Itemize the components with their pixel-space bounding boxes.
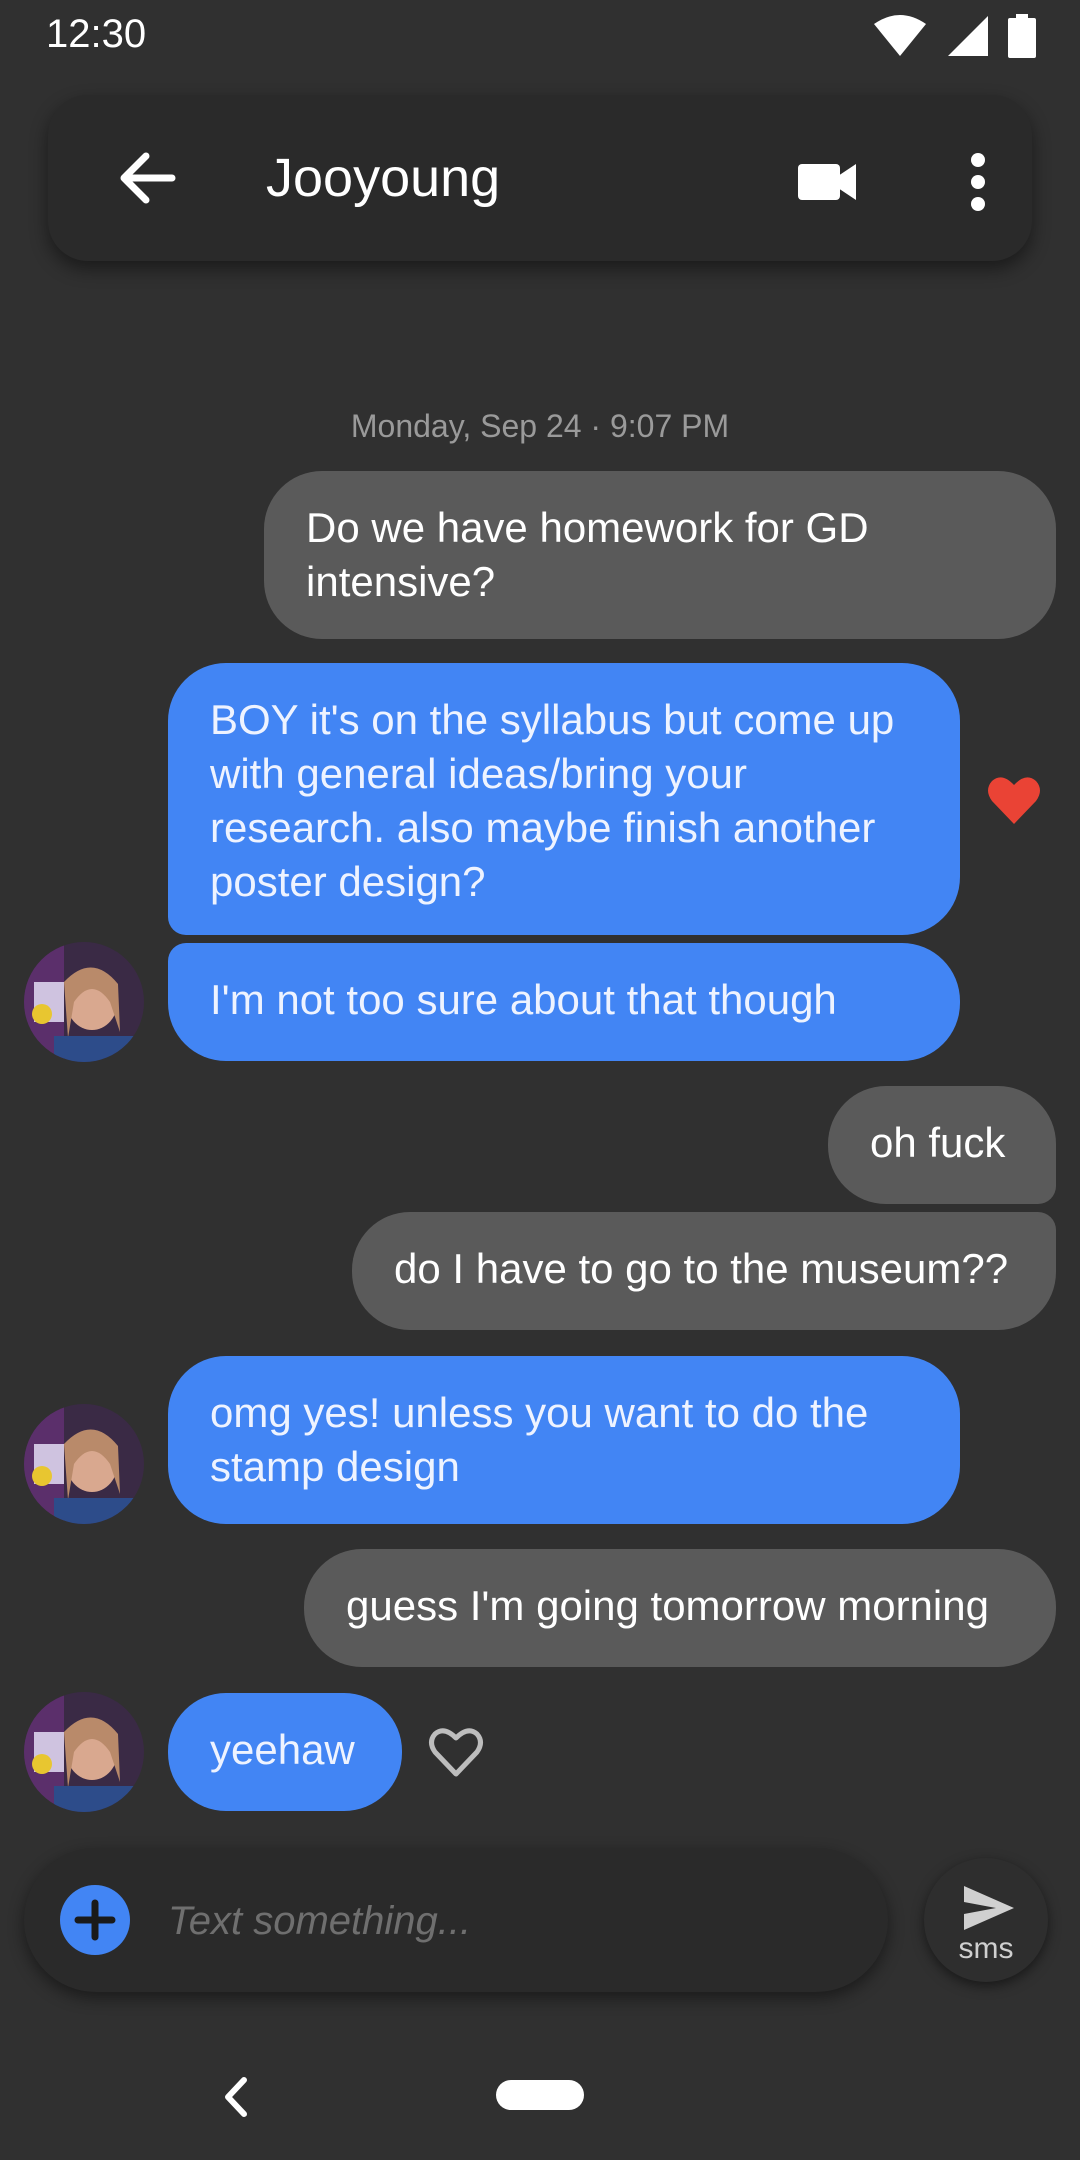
more-vert-icon: [971, 153, 985, 211]
avatar-photo: [24, 942, 144, 1062]
conversation-timestamp: Monday, Sep 24 · 9:07 PM: [350, 408, 730, 444]
messaging-screen: 12:30 Jooyoung Monday, Sep 24 · 9:07 PM …: [0, 0, 1080, 2160]
battery-icon: [1008, 14, 1036, 58]
send-button-label: sms: [958, 1932, 1014, 1965]
system-home-button[interactable]: [496, 2080, 584, 2110]
plus-icon: [74, 1899, 116, 1941]
message-text: yeehaw: [210, 1726, 355, 1773]
heart-filled-icon: [988, 777, 1040, 824]
avatar-photo: [24, 1692, 144, 1812]
message-text: guess I'm going tomorrow morning: [346, 1582, 989, 1629]
message-bubble-outgoing[interactable]: oh fuck: [828, 1086, 1056, 1204]
send-sms-button[interactable]: sms: [924, 1858, 1048, 1982]
message-text: omg yes! unless you want to do the stamp…: [210, 1389, 869, 1490]
message-bubble-incoming[interactable]: BOY it's on the syllabus but come up wit…: [168, 663, 960, 935]
status-icons: [872, 14, 1036, 58]
heart-outline-icon: [429, 1728, 483, 1777]
contact-name[interactable]: Jooyoung: [266, 147, 500, 209]
message-text: oh fuck: [870, 1119, 1006, 1166]
video-camera-icon: [798, 164, 856, 200]
message-bubble-outgoing[interactable]: guess I'm going tomorrow morning: [304, 1549, 1056, 1667]
compose-bar: [24, 1848, 888, 1992]
contact-avatar[interactable]: [24, 1692, 144, 1812]
contact-avatar[interactable]: [24, 1404, 144, 1524]
avatar-photo: [24, 1404, 144, 1524]
message-bubble-incoming[interactable]: omg yes! unless you want to do the stamp…: [168, 1356, 960, 1524]
message-text: BOY it's on the syllabus but come up wit…: [210, 696, 895, 905]
message-text: do I have to go to the museum??: [394, 1245, 1009, 1292]
status-time: 12:30: [46, 12, 147, 56]
message-bubble-outgoing[interactable]: do I have to go to the museum??: [352, 1212, 1056, 1330]
arrow-back-icon: [120, 152, 176, 204]
message-bubble-incoming[interactable]: I'm not too sure about that though: [168, 943, 960, 1061]
reaction-heart-filled[interactable]: [984, 770, 1044, 830]
message-bubble-outgoing[interactable]: Do we have homework for GD intensive?: [264, 471, 1056, 639]
contact-avatar[interactable]: [24, 942, 144, 1062]
more-options-button[interactable]: [948, 142, 1008, 222]
chevron-left-icon: [225, 2077, 247, 2117]
add-attachment-button[interactable]: [60, 1885, 130, 1955]
message-input[interactable]: [166, 1888, 850, 1954]
conversation-app-bar: Jooyoung: [48, 95, 1032, 261]
back-button[interactable]: [108, 138, 188, 218]
message-text: Do we have homework for GD intensive?: [306, 504, 869, 605]
status-bar: 12:30: [0, 0, 1080, 72]
video-call-button[interactable]: [790, 142, 870, 222]
wifi-icon: [874, 15, 926, 56]
system-back-button[interactable]: [216, 2072, 256, 2122]
cellular-signal-icon: [948, 16, 988, 56]
reaction-heart-outline[interactable]: [426, 1722, 486, 1782]
message-text: I'm not too sure about that though: [210, 976, 837, 1023]
message-bubble-incoming[interactable]: yeehaw: [168, 1693, 402, 1811]
